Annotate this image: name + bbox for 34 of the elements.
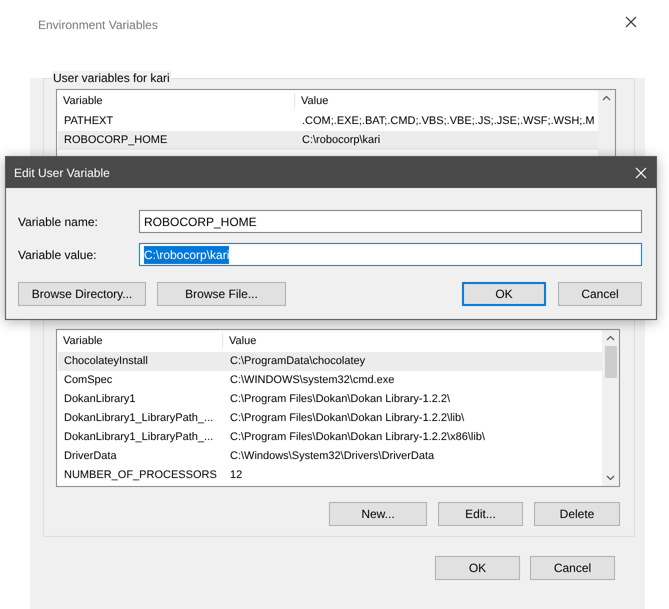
field-label: Variable value: [18,246,98,264]
input-field[interactable]: ROBOCORP_HOME [139,210,642,233]
dialog-button[interactable]: OK [462,282,546,306]
list-row[interactable]: DokanLibrary1_LibraryPath_... C:\Program Files\Dokan\Dokan Library-1.2.2\x86\lib\ [58,428,602,447]
dialog-button[interactable]: Browse Directory... [18,282,146,306]
list-row[interactable]: DriverData C:\Windows\System32\Drivers\DriverData [58,447,602,466]
dialog-button[interactable]: New... [329,502,427,526]
list-row[interactable]: ComSpec C:\WINDOWS\system32\cmd.exe [58,371,602,390]
scrollbar-thumb[interactable] [604,346,616,378]
dialog-button[interactable]: Browse File... [157,282,286,306]
scroll-up-icon[interactable] [606,335,615,341]
list-row[interactable]: DokanLibrary1_LibraryPath_... C:\Program Files\Dokan\Dokan Library-1.2.2\lib\ [58,409,602,428]
list-row[interactable]: ChocolateyInstall C:\ProgramData\chocolatey [58,352,602,371]
column-header[interactable]: Value [223,332,256,350]
dialog-title: Edit User Variable [14,164,110,182]
group-label: User variables for kari [52,71,171,85]
column-header[interactable]: Variable [57,332,223,350]
dialog-button[interactable]: Delete [534,502,620,526]
list-row[interactable]: ROBOCORP_HOME C:\robocorp\kari [58,131,598,150]
column-header[interactable]: Value [295,92,328,110]
list-row[interactable]: NUMBER_OF_PROCESSORS 12 [58,466,602,485]
dialog-button[interactable]: Cancel [530,556,615,580]
dialog-button[interactable]: OK [435,556,520,580]
scroll-down-icon[interactable] [606,475,615,481]
window-title: Environment Variables [38,17,158,34]
column-header[interactable]: Variable [57,92,295,110]
dialog-button[interactable]: Edit... [438,502,523,526]
close-icon[interactable] [625,16,637,28]
scroll-up-icon[interactable] [602,95,611,101]
field-label: Variable name: [18,214,99,230]
list-row[interactable]: DokanLibrary1 C:\Program Files\Dokan\Dokan Library-1.2.2\ [58,390,602,409]
input-field[interactable]: C:\robocorp\kari [139,243,642,266]
dialog-button[interactable]: Cancel [558,282,642,306]
list-row[interactable]: PATHEXT .COM;.EXE;.BAT;.CMD;.VBS;.VBE;.JS;.JSE;.WSF;.WSH;.M [58,112,598,131]
